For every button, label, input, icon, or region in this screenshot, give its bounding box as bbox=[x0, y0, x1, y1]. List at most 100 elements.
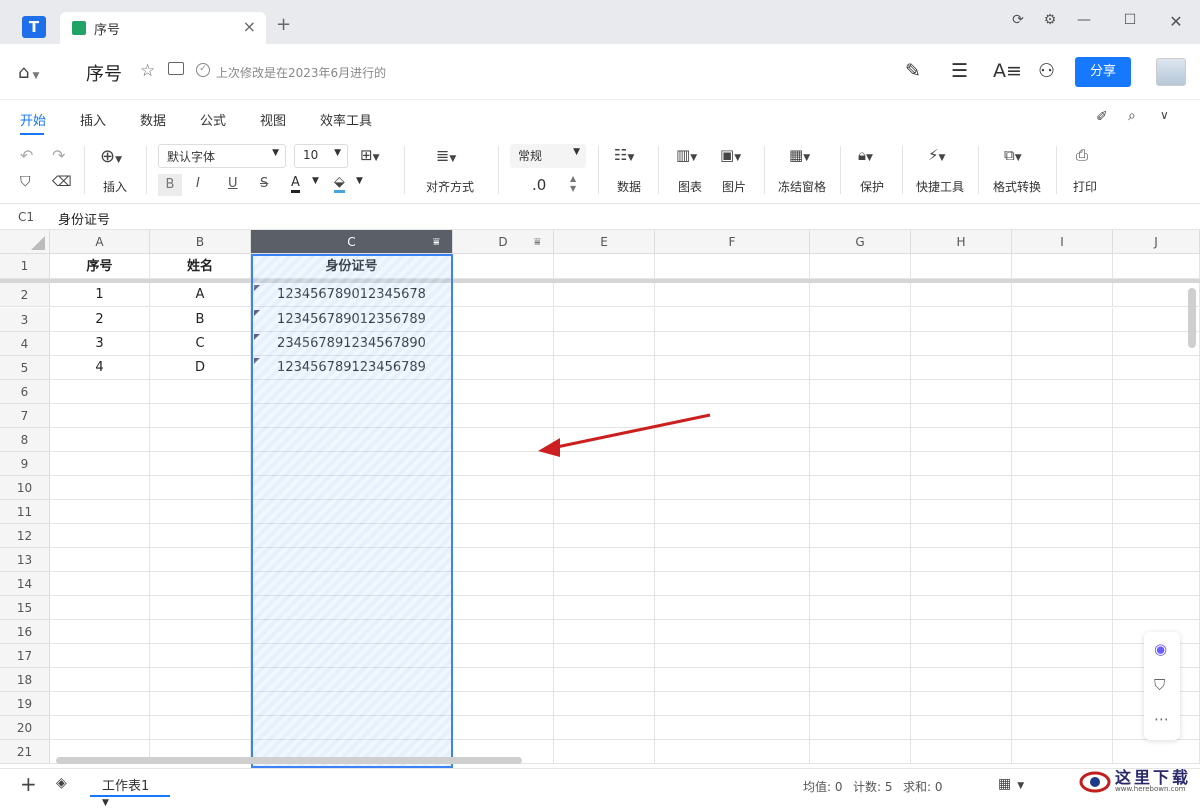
print-icon[interactable]: ⎙ bbox=[1076, 146, 1088, 164]
cell[interactable] bbox=[554, 524, 655, 548]
cell[interactable] bbox=[50, 596, 150, 620]
cell[interactable] bbox=[50, 380, 150, 404]
cell[interactable] bbox=[50, 428, 150, 452]
cell[interactable] bbox=[1012, 332, 1113, 356]
chart-icon[interactable]: ▥▼ bbox=[676, 146, 697, 164]
minimize-button[interactable]: — bbox=[1074, 12, 1094, 28]
cell[interactable] bbox=[1012, 254, 1113, 279]
cell[interactable] bbox=[810, 380, 911, 404]
align-label[interactable]: 对齐方式 bbox=[426, 178, 474, 195]
cell[interactable] bbox=[150, 644, 251, 668]
cell[interactable] bbox=[50, 524, 150, 548]
header-cell[interactable]: 姓名 bbox=[150, 254, 251, 279]
data-cell[interactable]: C bbox=[150, 332, 251, 356]
eraser-icon[interactable]: ⌫ bbox=[52, 174, 72, 190]
cell[interactable] bbox=[1113, 500, 1200, 524]
add-collaborator-icon[interactable]: ⚇ bbox=[1038, 60, 1055, 82]
cell[interactable] bbox=[150, 500, 251, 524]
cell[interactable] bbox=[554, 620, 655, 644]
cell[interactable] bbox=[810, 283, 911, 307]
image-icon[interactable]: ▣▼ bbox=[720, 146, 741, 164]
insert-label[interactable]: 插入 bbox=[103, 178, 127, 195]
cell[interactable] bbox=[50, 476, 150, 500]
column-header-j[interactable]: J bbox=[1113, 230, 1200, 254]
menu-icon[interactable]: ☰ bbox=[951, 60, 968, 82]
cell[interactable] bbox=[554, 283, 655, 307]
cell[interactable] bbox=[453, 524, 554, 548]
row-header-10[interactable]: 10 bbox=[0, 476, 50, 500]
cell[interactable] bbox=[655, 596, 810, 620]
cell[interactable] bbox=[655, 644, 810, 668]
cell[interactable] bbox=[810, 572, 911, 596]
cell[interactable] bbox=[911, 692, 1012, 716]
cell[interactable] bbox=[554, 596, 655, 620]
cell[interactable] bbox=[50, 572, 150, 596]
column-header-c[interactable]: C bbox=[251, 230, 453, 254]
menu-insert[interactable]: 插入 bbox=[80, 110, 106, 129]
formula-input[interactable]: 身份证号 bbox=[58, 209, 110, 228]
cell[interactable] bbox=[1113, 308, 1200, 332]
add-sheet-icon[interactable]: + bbox=[20, 772, 37, 796]
cell[interactable] bbox=[1012, 596, 1113, 620]
image-label[interactable]: 图片 bbox=[722, 178, 746, 195]
fill-color-icon[interactable]: ⬙ bbox=[334, 174, 345, 193]
cell[interactable] bbox=[554, 380, 655, 404]
cell[interactable] bbox=[1113, 524, 1200, 548]
freeze-divider[interactable] bbox=[0, 279, 1200, 283]
cell[interactable] bbox=[1113, 283, 1200, 307]
ai-assistant-icon[interactable]: ◉ bbox=[1154, 640, 1167, 658]
cell[interactable] bbox=[150, 692, 251, 716]
cell[interactable] bbox=[810, 476, 911, 500]
cell[interactable] bbox=[150, 620, 251, 644]
cell[interactable] bbox=[150, 404, 251, 428]
cell[interactable] bbox=[911, 452, 1012, 476]
cell[interactable] bbox=[453, 283, 554, 307]
cell[interactable] bbox=[655, 692, 810, 716]
cell[interactable] bbox=[810, 548, 911, 572]
shirt-icon[interactable]: ⛉ bbox=[1154, 676, 1165, 694]
settings-icon[interactable]: ⚙ bbox=[1040, 12, 1060, 28]
cell[interactable] bbox=[1012, 452, 1113, 476]
row-header-11[interactable]: 11 bbox=[0, 500, 50, 524]
cell[interactable] bbox=[554, 716, 655, 740]
quick-tools-label[interactable]: 快捷工具 bbox=[916, 178, 964, 195]
sheet-tab[interactable]: 工作表1 ▼ bbox=[90, 769, 170, 808]
document-tab[interactable]: 序号 × bbox=[60, 12, 266, 44]
cell[interactable] bbox=[911, 308, 1012, 332]
cell[interactable] bbox=[810, 644, 911, 668]
font-size-select[interactable]: 10 ▼ bbox=[294, 144, 348, 168]
text-format-icon[interactable]: A≡ bbox=[993, 60, 1022, 82]
cell[interactable] bbox=[655, 500, 810, 524]
cell[interactable] bbox=[810, 254, 911, 279]
column-header-g[interactable]: G bbox=[810, 230, 911, 254]
chevron-down-icon[interactable]: ∨ bbox=[1160, 108, 1169, 122]
redo-icon[interactable]: ↷ bbox=[52, 146, 65, 165]
row-header-15[interactable]: 15 bbox=[0, 596, 50, 620]
font-color-button[interactable]: A bbox=[291, 176, 300, 193]
cell[interactable] bbox=[50, 452, 150, 476]
cell[interactable] bbox=[453, 548, 554, 572]
bold-button[interactable]: B bbox=[158, 174, 182, 196]
horizontal-scrollbar[interactable] bbox=[56, 757, 522, 764]
data-cell[interactable]: 2 bbox=[50, 308, 150, 332]
menu-start[interactable]: 开始 bbox=[20, 110, 46, 129]
row-header-5[interactable]: 5 bbox=[0, 356, 50, 380]
data-cell[interactable]: 1 bbox=[50, 283, 150, 307]
cell[interactable] bbox=[453, 332, 554, 356]
row-header-17[interactable]: 17 bbox=[0, 644, 50, 668]
cell[interactable] bbox=[150, 476, 251, 500]
cell[interactable] bbox=[554, 500, 655, 524]
column-header-b[interactable]: B bbox=[150, 230, 251, 254]
cell[interactable] bbox=[150, 548, 251, 572]
cell[interactable] bbox=[810, 668, 911, 692]
home-icon[interactable]: ⌂ ▼ bbox=[18, 62, 39, 83]
cell[interactable] bbox=[1113, 428, 1200, 452]
underline-button[interactable]: U bbox=[228, 176, 238, 191]
cell[interactable] bbox=[1113, 476, 1200, 500]
cell[interactable] bbox=[1012, 308, 1113, 332]
cell[interactable] bbox=[150, 596, 251, 620]
freeze-label[interactable]: 冻结窗格 bbox=[778, 178, 826, 195]
protect-label[interactable]: 保护 bbox=[860, 178, 884, 195]
cell[interactable] bbox=[655, 356, 810, 380]
cell[interactable] bbox=[453, 572, 554, 596]
